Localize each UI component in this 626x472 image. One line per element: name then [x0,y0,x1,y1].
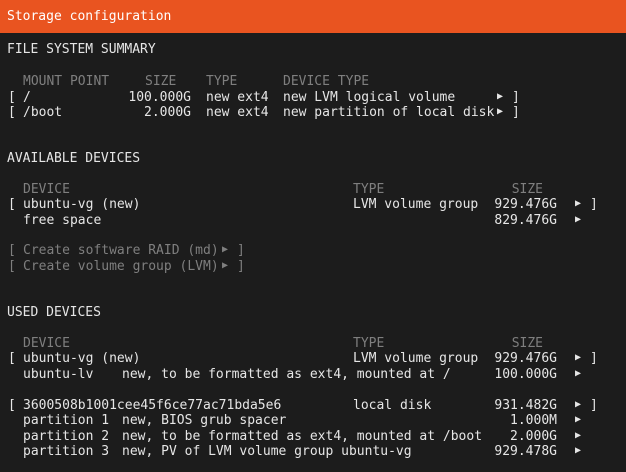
size: 2.000G [144,105,191,120]
disk-name: 3600508b1001cee45f6ce77ac71bda5e6 [23,398,282,413]
partition-description: new, to be formatted as ext4, mounted at… [122,429,483,444]
open-bracket: [ [8,259,16,274]
arrow-right-icon: ▶ [222,244,229,255]
device-name: ubuntu-vg (new) [23,351,141,366]
device-size: 929.476G [494,197,557,212]
partition-size: 2.000G [510,429,557,444]
partition-size: 929.478G [494,444,557,459]
close-bracket: ] [512,90,520,105]
col-size: SIZE [145,74,177,89]
create-lvm-label: Create volume group (LVM) [23,259,219,274]
page-title: Storage configuration [7,9,172,24]
arrow-right-icon[interactable]: ▶ [575,214,581,225]
lv-description: new, to be formatted as ext4, mounted at… [122,367,451,382]
title-bar: Storage configuration [0,0,626,33]
available-devices-heading: AVAILABLE DEVICES [7,151,141,166]
lv-size: 100.000G [494,367,557,382]
close-bracket: ] [512,105,520,120]
arrow-right-icon[interactable]: ▶ [575,198,581,209]
partition-size: 1.000M [510,413,557,428]
disk-type: local disk [353,398,432,413]
device-size: 929.476G [494,351,557,366]
device-type: LVM volume group [353,197,479,212]
close-bracket: ] [237,259,245,274]
free-space-label: free space [23,213,102,228]
col-size: SIZE [511,336,543,351]
open-bracket: [ [8,90,16,105]
partition-description: new, BIOS grub spacer [122,413,287,428]
open-bracket: [ [8,243,16,258]
mount-point: / [23,90,31,105]
close-bracket: ] [590,197,598,212]
partition-name: partition 2 [23,429,110,444]
disk-size: 931.482G [494,398,557,413]
device-name: ubuntu-vg (new) [23,197,141,212]
close-bracket: ] [590,351,598,366]
lv-name: ubuntu-lv [23,367,94,382]
arrow-right-icon[interactable]: ▶ [575,430,581,441]
device-type: new LVM logical volume [283,90,456,105]
create-raid-label: Create software RAID (md) [23,243,219,258]
partition-name: partition 3 [23,444,110,459]
open-bracket: [ [8,197,16,212]
col-type: TYPE [206,74,238,89]
arrow-right-icon[interactable]: ▶ [575,368,581,379]
fs-summary-heading: FILE SYSTEM SUMMARY [7,42,156,57]
col-mount-point: MOUNT POINT [23,74,110,89]
arrow-right-icon[interactable]: ▶ [575,352,581,363]
fs-type: new ext4 [206,105,269,120]
close-bracket: ] [590,398,598,413]
col-type: TYPE [353,336,385,351]
close-bracket: ] [237,243,245,258]
fs-type: new ext4 [206,90,269,105]
partition-description: new, PV of LVM volume group ubuntu-vg [122,444,412,459]
arrow-right-icon[interactable]: ▶ [575,414,581,425]
col-device: DEVICE [23,182,70,197]
col-device: DEVICE [23,336,70,351]
open-bracket: [ [8,105,16,120]
size: 100.000G [128,90,191,105]
col-device-type: DEVICE TYPE [283,74,370,89]
arrow-right-icon: ▶ [222,260,229,271]
open-bracket: [ [8,398,16,413]
mount-point: /boot [23,105,63,120]
free-space-size: 829.476G [494,213,557,228]
open-bracket: [ [8,351,16,366]
partition-name: partition 1 [23,413,110,428]
used-devices-heading: USED DEVICES [7,305,101,320]
device-type: new partition of local disk [283,105,495,120]
col-size: SIZE [511,182,543,197]
arrow-right-icon[interactable]: ▶ [575,399,581,410]
arrow-right-icon[interactable]: ▶ [497,91,503,102]
arrow-right-icon[interactable]: ▶ [497,106,503,117]
arrow-right-icon[interactable]: ▶ [575,445,581,456]
col-type: TYPE [353,182,385,197]
device-type: LVM volume group [353,351,479,366]
